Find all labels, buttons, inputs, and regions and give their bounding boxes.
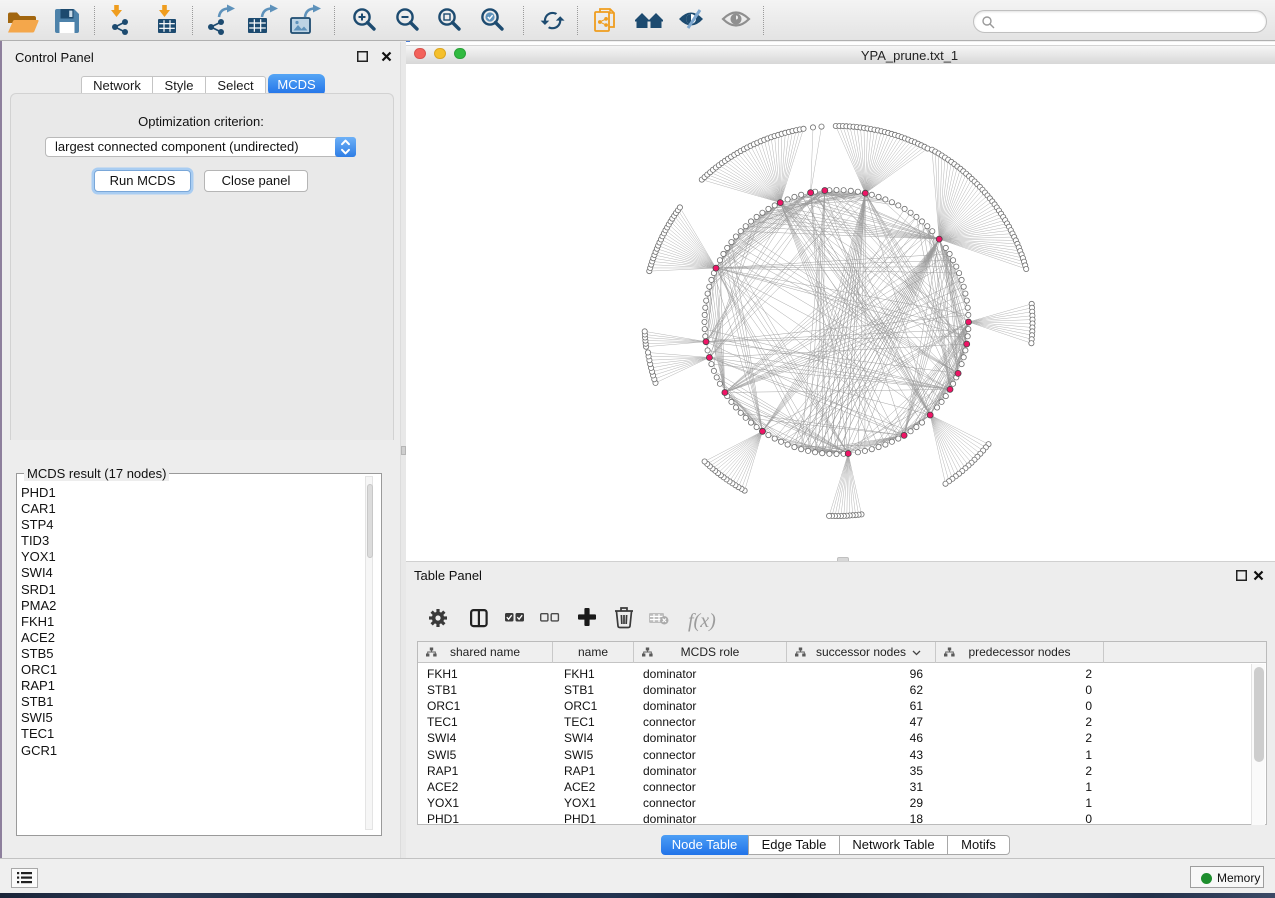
svg-text:f(x): f(x): [688, 610, 716, 632]
